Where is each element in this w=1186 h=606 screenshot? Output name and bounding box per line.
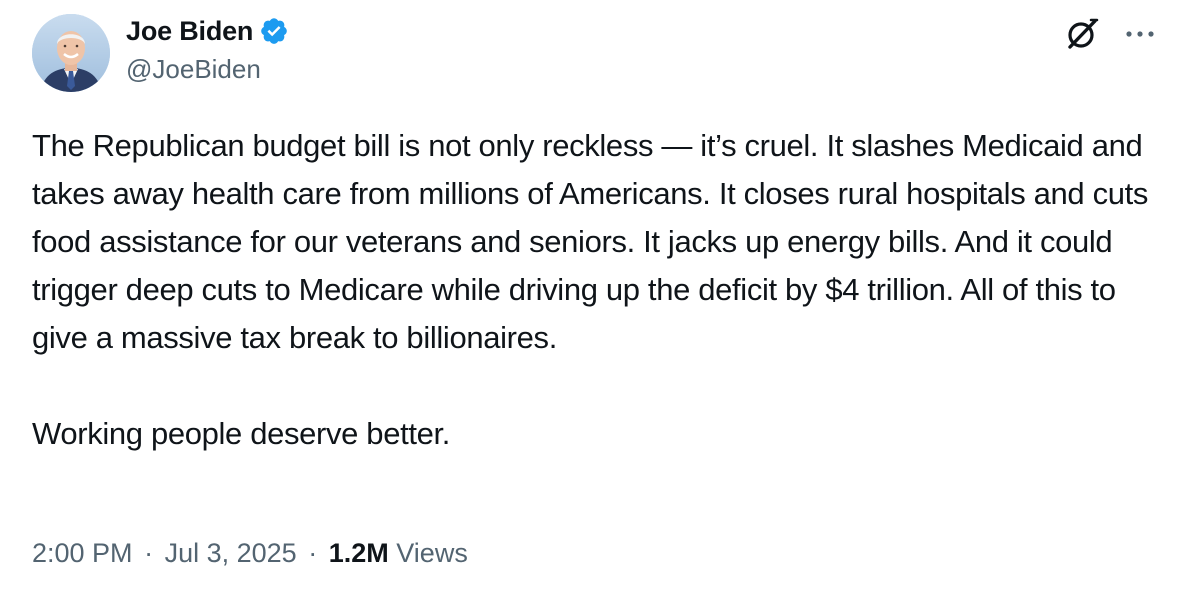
author-handle[interactable]: @JoeBiden: [126, 54, 289, 85]
meta-separator: ·: [308, 538, 318, 568]
tweet-paragraph: The Republican budget bill is not only r…: [32, 128, 1149, 355]
avatar[interactable]: [32, 14, 110, 92]
verified-badge-icon[interactable]: [259, 16, 289, 46]
tweet-meta: 2:00 PM · Jul 3, 2025 · 1.2M Views: [32, 538, 468, 569]
meta-separator: ·: [144, 538, 154, 568]
tweet-top-actions: [1062, 14, 1158, 54]
more-options-icon[interactable]: [1122, 14, 1158, 54]
author-block: Joe Biden @JoeBiden: [126, 12, 289, 85]
tweet-card: Joe Biden @JoeBiden The Republican budge…: [0, 0, 1186, 606]
views-label[interactable]: Views: [396, 538, 468, 568]
tweet-date[interactable]: Jul 3, 2025: [165, 538, 297, 568]
tweet-text: The Republican budget bill is not only r…: [32, 122, 1152, 458]
name-row: Joe Biden: [126, 12, 289, 50]
grok-icon[interactable]: [1062, 14, 1102, 54]
tweet-paragraph: Working people deserve better.: [32, 416, 451, 451]
tweet-time[interactable]: 2:00 PM: [32, 538, 133, 568]
views-count[interactable]: 1.2M: [329, 538, 389, 568]
author-display-name[interactable]: Joe Biden: [126, 16, 253, 47]
